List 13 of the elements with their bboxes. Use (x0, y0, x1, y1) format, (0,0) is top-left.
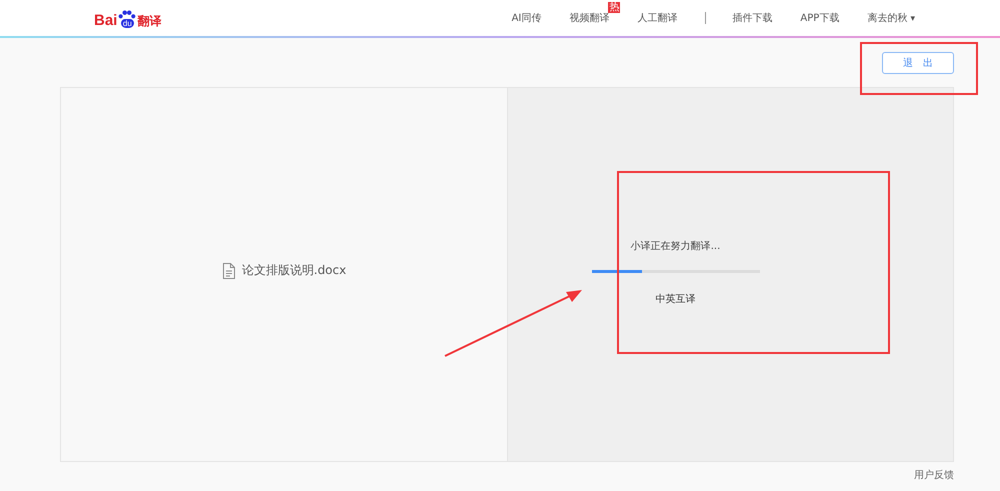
status-text: 小译正在努力翻译... (630, 240, 720, 253)
feedback-link[interactable]: 用户反馈 (914, 468, 954, 482)
nav-link[interactable]: 视频翻译 (569, 13, 610, 24)
hot-badge: 热 (608, 2, 620, 13)
nav-link[interactable]: APP下载 (800, 13, 840, 24)
nav-link[interactable]: AI同传 (512, 13, 542, 24)
user-menu[interactable]: 离去的秋 ▾ (867, 11, 915, 25)
nav-link[interactable]: 人工翻译 (637, 13, 678, 24)
nav-link[interactable]: 插件下载 (732, 13, 772, 24)
logo[interactable]: Bai du 翻译 (94, 8, 162, 28)
language-label: 中英互译 (656, 292, 696, 306)
file-name: 论文排版说明.docx (242, 262, 346, 279)
document-icon (222, 262, 236, 278)
